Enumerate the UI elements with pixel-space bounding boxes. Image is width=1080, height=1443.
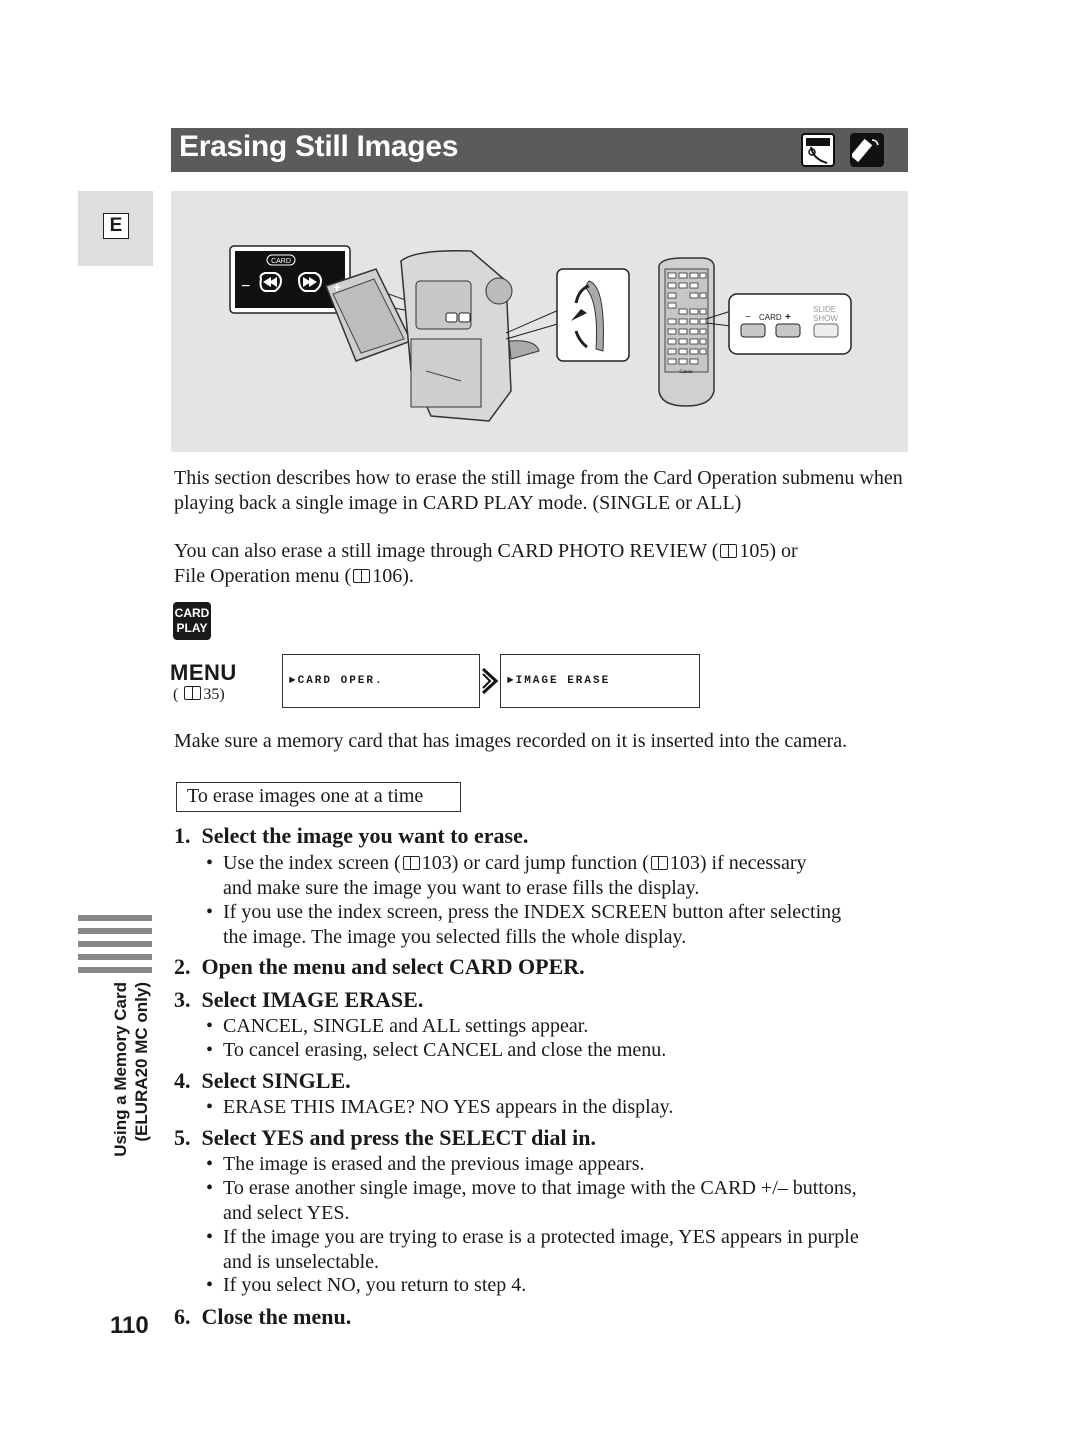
step-5-bullet-3: • If the image you are trying to erase is… <box>206 1226 859 1273</box>
intro-text: This section describes how to erase the … <box>174 467 903 514</box>
alternative-paragraph: You can also erase a still image through… <box>174 539 904 588</box>
svg-text:CARD: CARD <box>271 258 291 265</box>
wireless-controller-illustration: Canon <box>658 257 732 407</box>
svg-text:SLIDE: SLIDE <box>813 305 836 314</box>
svg-text:−: − <box>241 278 250 295</box>
camera-remote-illustration: Canon − CARD + SLIDE SHOW CARD − + <box>229 245 852 422</box>
step-5-bullet-2: • To erase another single image, move to … <box>206 1177 857 1224</box>
svg-text:−: − <box>745 312 751 323</box>
alt-text-1: You can also erase a still image through… <box>174 540 719 562</box>
camcorder-body-icon <box>801 133 835 167</box>
svg-text:+: + <box>785 312 791 323</box>
language-tab: E <box>78 191 153 266</box>
menu-item-card-oper: ►CARD OPER. <box>289 675 384 687</box>
step-1-bullet-1: • Use the index screen (103) or card jump… <box>206 852 807 899</box>
step-4-heading: 4. Select SINGLE. <box>174 1068 351 1093</box>
page-number: 110 <box>110 1312 149 1339</box>
svg-text:CARD: CARD <box>759 313 782 322</box>
page-title: Erasing Still Images <box>179 130 459 163</box>
step-5-heading: 5. Select YES and press the SELECT dial … <box>174 1125 596 1150</box>
chapter-subtitle: (ELURA20 MC only) <box>132 982 151 1142</box>
page-ref-105[interactable]: 105) or <box>739 540 797 562</box>
intro-paragraph: This section describes how to erase the … <box>174 466 904 515</box>
book-icon <box>720 544 738 558</box>
select-dial-callout <box>556 268 630 362</box>
menu-page-ref: ( 35) <box>173 686 225 704</box>
step-4-bullet-1: • ERASE THIS IMAGE? NO YES appears in the… <box>206 1096 674 1118</box>
subsection-heading-box: To erase images one at a time <box>176 782 461 812</box>
badge-line-2: PLAY <box>176 621 208 635</box>
chapter-side-label: Using a Memory Card (ELURA20 MC only) <box>110 982 152 1192</box>
card-play-mode-badge: CARD PLAY <box>173 602 211 640</box>
prerequisite-note: Make sure a memory card that has images … <box>174 730 848 752</box>
page-ref-35[interactable]: 35) <box>203 686 224 703</box>
step-5-bullet-4: • If you select NO, you return to step 4. <box>206 1274 527 1296</box>
step-5-bullet-1: • The image is erased and the previous im… <box>206 1153 645 1175</box>
ref-paren: ( <box>173 686 179 703</box>
menu-screen-card-oper: ►CARD OPER. <box>282 654 480 708</box>
step-1-heading: 1. Select the image you want to erase. <box>174 823 529 848</box>
section-title-bar: Erasing Still Images <box>171 128 908 172</box>
menu-item-image-erase: ►IMAGE ERASE <box>507 675 611 687</box>
language-letter: E <box>103 213 129 239</box>
alt-text-2: File Operation menu ( <box>174 564 352 587</box>
wireless-controller-icon <box>850 133 884 167</box>
menu-screen-image-erase: ►IMAGE ERASE <box>500 654 700 708</box>
svg-text:+: + <box>333 279 341 295</box>
svg-text:SHOW: SHOW <box>813 314 838 323</box>
step-1-bullet-2: • If you use the index screen, press the … <box>206 901 842 948</box>
badge-line-1: CARD <box>174 606 210 620</box>
step-3-bullet-1: • CANCEL, SINGLE and ALL settings appear. <box>206 1015 589 1037</box>
menu-label: MENU <box>170 660 237 685</box>
remote-card-buttons-callout: − CARD + SLIDE SHOW <box>728 293 852 355</box>
page-ref-106[interactable]: 106). <box>372 565 414 587</box>
step-3-bullet-2: • To cancel erasing, select CANCEL and cl… <box>206 1039 667 1061</box>
chapter-title: Using a Memory Card <box>111 982 130 1157</box>
step-6-heading: 6. Close the menu. <box>174 1304 352 1329</box>
svg-text:Canon: Canon <box>679 370 693 375</box>
book-icon <box>402 856 420 870</box>
step-2-heading: 2. Open the menu and select CARD OPER. <box>174 954 585 979</box>
book-icon <box>353 568 371 583</box>
illustration-figure: Canon − CARD + SLIDE SHOW CARD − + <box>171 191 908 452</box>
book-icon <box>184 686 202 700</box>
camcorder-illustration <box>325 249 562 422</box>
book-icon <box>650 856 668 870</box>
double-chevron-icon <box>481 667 499 699</box>
step-3-heading: 3. Select IMAGE ERASE. <box>174 987 424 1012</box>
